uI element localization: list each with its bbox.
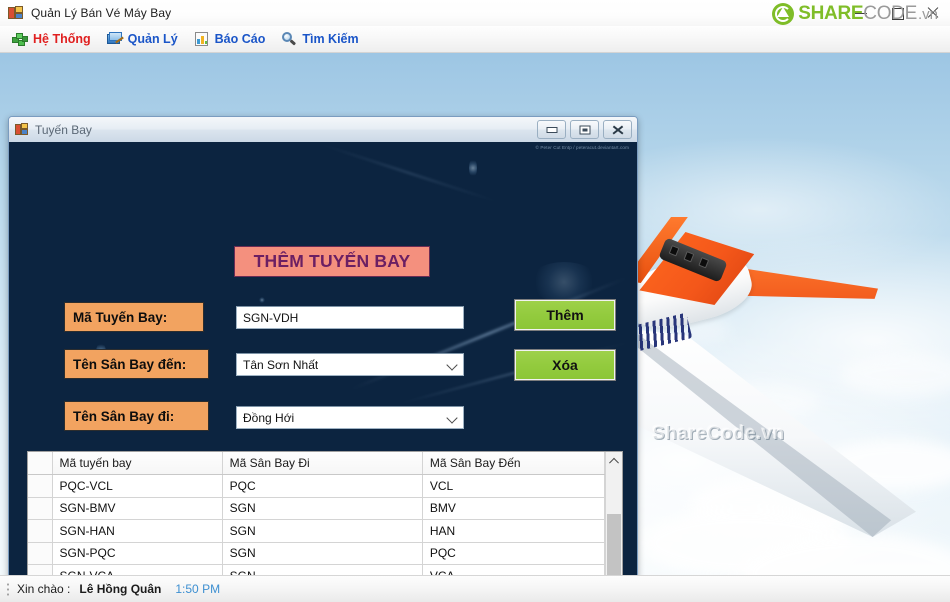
field-label-text: Tên Sân Bay đi: — [73, 408, 175, 424]
chevron-down-icon[interactable] — [446, 358, 459, 371]
menu-item-quan-ly[interactable]: Quản Lý — [102, 28, 187, 50]
table-row[interactable]: PQC-VCL PQC VCL — [28, 474, 605, 498]
search-icon — [281, 31, 297, 47]
child-form-title: Tuyến Bay — [35, 122, 92, 137]
scroll-up-icon[interactable] — [606, 452, 622, 469]
column-header-code[interactable]: Mã tuyến bay — [52, 452, 223, 475]
light-glow — [529, 262, 599, 302]
status-username: Lê Hồng Quân — [79, 582, 162, 596]
row-selector-cell[interactable] — [28, 474, 53, 498]
form-canvas: © Peter Cut Entp / peteracut.deviantart.… — [9, 142, 637, 575]
table-header-row: Mã tuyến bay Mã Sân Bay Đi Mã Sân Bay Đế… — [28, 452, 605, 475]
san-bay-di-combobox[interactable]: Đồng Hới — [236, 406, 464, 429]
light-glow — [259, 297, 265, 303]
table-cell[interactable]: SGN — [222, 542, 423, 565]
table-cell[interactable]: SGN-PQC — [52, 542, 223, 565]
airplane-illustration — [606, 217, 950, 553]
menu-strip: Hệ Thống Quản Lý Báo Cáo Tìm Kiếm — [0, 26, 950, 53]
row-selector-cell[interactable] — [28, 497, 53, 520]
grid-vertical-scrollbar[interactable] — [605, 452, 622, 575]
menu-item-label: Quản Lý — [127, 32, 178, 46]
table-cell[interactable]: BMV — [422, 497, 605, 520]
status-bar: Xin chào : Lê Hồng Quân 1:50 PM — [0, 575, 950, 602]
chevron-down-icon[interactable] — [446, 411, 459, 424]
close-icon[interactable] — [603, 120, 632, 139]
san-bay-den-value: Tân Sơn Nhất — [243, 357, 319, 372]
menu-item-label: Báo Cáo — [214, 32, 266, 46]
table-cell[interactable]: SGN — [222, 497, 423, 520]
table-row[interactable]: SGN-BMV SGN BMV — [28, 497, 605, 520]
row-selector-cell[interactable] — [28, 564, 53, 575]
table-cell[interactable]: SGN — [222, 564, 423, 575]
light-glow — [469, 158, 477, 178]
app-title: Quản Lý Bán Vé Máy Bay — [31, 6, 172, 20]
label-ten-san-bay-di: Tên Sân Bay đi: — [64, 401, 209, 431]
label-ten-san-bay-den: Tên Sân Bay đến: — [64, 349, 209, 379]
status-clock: 1:50 PM — [175, 582, 221, 596]
vertical-scroll-thumb[interactable] — [607, 514, 621, 575]
routes-table: Mã tuyến bay Mã Sân Bay Đi Mã Sân Bay Đế… — [28, 452, 605, 575]
table-cell[interactable]: HAN — [422, 519, 605, 543]
status-greeting: Xin chào : — [17, 582, 71, 596]
menu-item-tim-kiem[interactable]: Tìm Kiếm — [276, 28, 367, 50]
menu-item-label: Hệ Thống — [33, 32, 91, 46]
field-label-text: Mã Tuyến Bay: — [73, 309, 168, 325]
label-ma-tuyen-bay: Mã Tuyến Bay: — [64, 302, 204, 332]
menu-item-he-thong[interactable]: Hệ Thống — [7, 28, 100, 50]
routes-data-grid[interactable]: Mã tuyến bay Mã Sân Bay Đi Mã Sân Bay Đế… — [27, 451, 623, 575]
system-icon — [12, 31, 28, 47]
child-form-tuyen-bay: Tuyến Bay © Peter Cut Entp / peteracut.d… — [8, 116, 638, 575]
minimize-icon[interactable] — [537, 120, 566, 139]
maximize-icon[interactable] — [890, 6, 904, 20]
row-selector-cell[interactable] — [28, 519, 53, 543]
ma-tuyen-bay-input[interactable]: SGN-VDH — [236, 306, 464, 329]
table-row[interactable]: SGN-HAN SGN HAN — [28, 519, 605, 543]
title-bar: Quản Lý Bán Vé Máy Bay — [0, 0, 950, 26]
add-button[interactable]: Thêm — [514, 299, 616, 331]
delete-button-label: Xóa — [552, 357, 578, 373]
table-cell[interactable]: PQC — [222, 474, 423, 498]
close-icon[interactable] — [926, 6, 940, 20]
table-cell[interactable]: VCL — [422, 474, 605, 498]
menu-item-bao-cao[interactable]: Báo Cáo — [189, 28, 275, 50]
table-row[interactable]: SGN-VCASGNVCA — [28, 564, 605, 575]
artwork-credit-text: © Peter Cut Entp / peteracut.deviantart.… — [535, 145, 629, 150]
minimize-icon[interactable] — [854, 6, 868, 20]
form-heading-label: THÊM TUYẾN BAY — [253, 251, 411, 271]
column-header-to[interactable]: Mã Sân Bay Đến — [422, 452, 605, 475]
table-cell[interactable]: PQC-VCL — [52, 474, 223, 498]
table-cell[interactable]: SGN-VCA — [52, 564, 223, 575]
child-form-titlebar[interactable]: Tuyến Bay — [9, 117, 637, 142]
table-body: PQC-VCL PQC VCL SGN-BMV SGN BMV SGN-HAN SGN HAN S… — [28, 474, 605, 575]
mdi-client-area: ShareCode.vn Copyright © ShareCode.vn Tu… — [0, 53, 950, 575]
menu-item-label: Tìm Kiếm — [302, 32, 359, 46]
grid-table-area: Mã tuyến bay Mã Sân Bay Đi Mã Sân Bay Đế… — [28, 452, 605, 575]
report-icon — [194, 31, 210, 47]
manage-icon — [106, 31, 124, 47]
application-icon — [8, 5, 23, 21]
status-grip-icon — [6, 581, 10, 597]
san-bay-den-combobox[interactable]: Tân Sơn Nhất — [236, 353, 464, 376]
san-bay-di-value: Đồng Hới — [243, 410, 295, 425]
table-row[interactable]: SGN-PQC SGN PQC — [28, 542, 605, 565]
window-controls — [854, 0, 940, 26]
table-cell[interactable]: VCA — [422, 564, 605, 575]
ma-tuyen-bay-value: SGN-VDH — [243, 310, 299, 325]
row-selector-header[interactable] — [28, 452, 53, 475]
form-icon — [15, 123, 28, 136]
column-header-from[interactable]: Mã Sân Bay Đi — [222, 452, 423, 475]
application-window: Quản Lý Bán Vé Máy Bay Hệ Thống Quản Lý … — [0, 0, 950, 602]
table-cell[interactable]: SGN-HAN — [52, 519, 223, 543]
child-window-controls — [537, 120, 632, 139]
add-button-label: Thêm — [546, 307, 584, 323]
field-label-text: Tên Sân Bay đến: — [73, 356, 187, 372]
delete-button[interactable]: Xóa — [514, 349, 616, 381]
row-selector-cell[interactable] — [28, 542, 53, 565]
form-heading: THÊM TUYẾN BAY — [234, 246, 430, 277]
table-cell[interactable]: SGN-BMV — [52, 497, 223, 520]
maximize-icon[interactable] — [570, 120, 599, 139]
table-cell[interactable]: SGN — [222, 519, 423, 543]
table-cell[interactable]: PQC — [422, 542, 605, 565]
